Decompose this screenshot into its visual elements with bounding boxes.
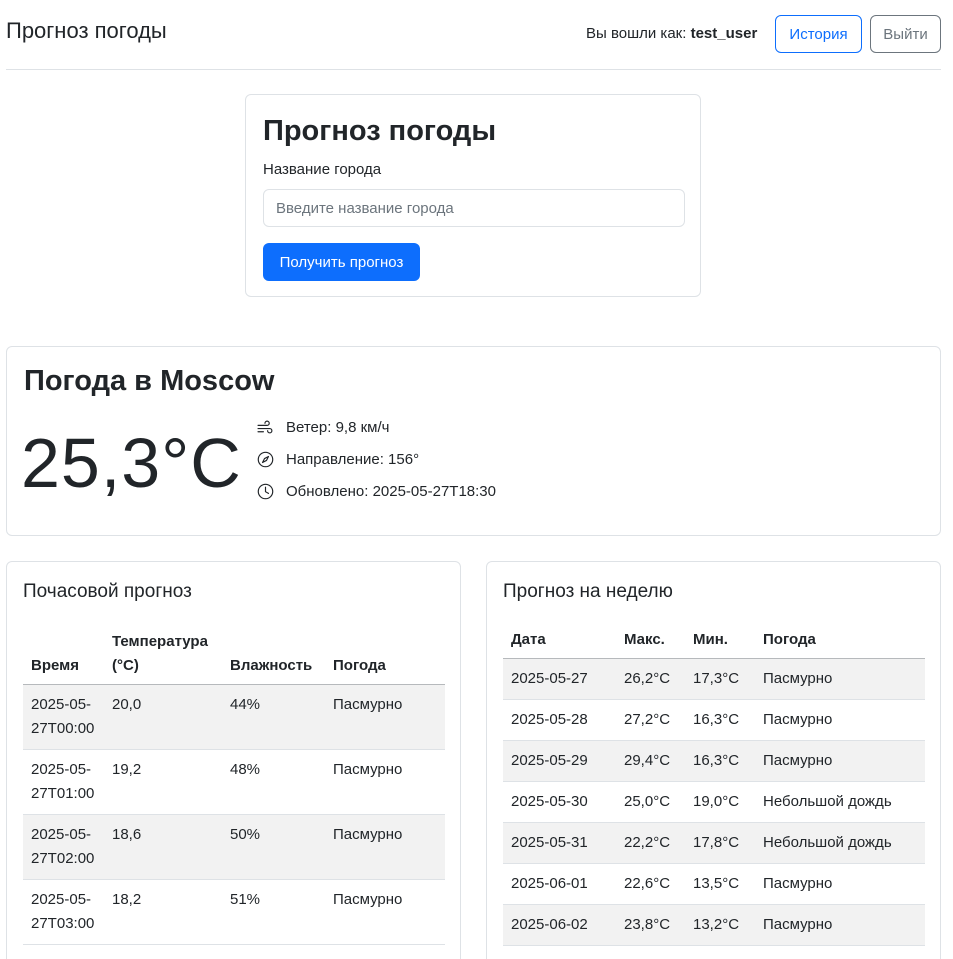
hourly-temp: 19,2 [104, 749, 222, 815]
weekly-min: 17,3°C [685, 658, 755, 700]
column-header-humidity: Влажность [222, 614, 325, 685]
weekly-date: 2025-05-28 [503, 699, 616, 741]
hourly-humidity: 44% [222, 684, 325, 750]
weekly-date: 2025-05-31 [503, 822, 616, 864]
weekly-weather: Пасмурно [755, 740, 925, 782]
weekly-max: 22,2°C [616, 822, 685, 864]
table-row: 2025-06-02 23,8°C 13,2°C Пасмурно [503, 904, 925, 946]
column-header-weather: Погода [755, 614, 925, 659]
direction-text: Направление: 156° [286, 451, 420, 468]
hourly-forecast-card: Почасовой прогноз Время Температура (°C)… [6, 561, 461, 959]
weekly-weather: Небольшой дождь [755, 781, 925, 823]
compass-icon [257, 451, 274, 468]
weekly-weather: Небольшой дождь [755, 822, 925, 864]
city-label: Название города [263, 161, 382, 178]
weekly-min: 13,5°C [685, 863, 755, 905]
weekly-weather: Пасмурно [755, 863, 925, 905]
hourly-weather: Пасмурно [325, 749, 445, 815]
weekly-date: 2025-05-27 [503, 658, 616, 700]
table-row: 2025-05-27T00:00 20,0 44% Пасмурно [23, 684, 445, 750]
direction-detail: Направление: 156° [257, 451, 419, 468]
hourly-time: 2025-05-27T00:00 [23, 684, 104, 750]
weekly-date: 2025-06-01 [503, 863, 616, 905]
search-card-title: Прогноз погоды [263, 115, 497, 147]
weekly-table: Дата Макс. Мин. Погода 2025-05-27 26,2°C… [503, 614, 925, 946]
weekly-max: 27,2°C [616, 699, 685, 741]
table-row: 2025-05-27T03:00 18,2 51% Пасмурно [23, 879, 445, 945]
column-header-max: Макс. [616, 614, 685, 659]
table-header-row: Время Температура (°C) Влажность Погода [23, 614, 445, 685]
hourly-table: Время Температура (°C) Влажность Погода … [23, 614, 445, 945]
hourly-temp: 18,6 [104, 814, 222, 880]
weekly-min: 16,3°C [685, 699, 755, 741]
top-navbar: Прогноз погоды Вы вошли как: test_user И… [6, 0, 941, 70]
weekly-min: 19,0°C [685, 781, 755, 823]
city-input[interactable] [263, 189, 685, 227]
username: test_user [690, 25, 758, 42]
updated-detail: Обновлено: 2025-05-27T18:30 [257, 483, 496, 500]
search-card: Прогноз погоды Название города Получить … [245, 94, 701, 297]
weekly-weather: Пасмурно [755, 658, 925, 700]
column-header-min: Мин. [685, 614, 755, 659]
hourly-temp: 20,0 [104, 684, 222, 750]
current-weather-title: Погода в Moscow [24, 365, 275, 397]
history-button[interactable]: История [775, 15, 862, 53]
weekly-max: 25,0°C [616, 781, 685, 823]
weekly-forecast-card: Прогноз на неделю Дата Макс. Мин. Погода… [486, 561, 941, 959]
table-row: 2025-05-29 29,4°C 16,3°C Пасмурно [503, 740, 925, 782]
weekly-max: 22,6°C [616, 863, 685, 905]
weekly-date: 2025-05-30 [503, 781, 616, 823]
column-header-date: Дата [503, 614, 616, 659]
hourly-weather: Пасмурно [325, 684, 445, 750]
updated-text: Обновлено: 2025-05-27T18:30 [286, 483, 496, 500]
table-row: 2025-05-30 25,0°C 19,0°C Небольшой дождь [503, 781, 925, 823]
hourly-time: 2025-05-27T03:00 [23, 879, 104, 945]
clock-icon [257, 483, 274, 500]
weekly-date: 2025-05-29 [503, 740, 616, 782]
hourly-weather: Пасмурно [325, 814, 445, 880]
weekly-max: 26,2°C [616, 658, 685, 700]
weekly-min: 17,8°C [685, 822, 755, 864]
table-row: 2025-06-01 22,6°C 13,5°C Пасмурно [503, 863, 925, 905]
logged-in-user: Вы вошли как: test_user [586, 25, 757, 42]
hourly-temp: 18,2 [104, 879, 222, 945]
weekly-max: 29,4°C [616, 740, 685, 782]
hourly-forecast-title: Почасовой прогноз [23, 581, 192, 602]
wind-icon [257, 420, 273, 434]
hourly-humidity: 48% [222, 749, 325, 815]
app-title: Прогноз погоды [6, 18, 167, 43]
weekly-weather: Пасмурно [755, 904, 925, 946]
table-row: 2025-05-31 22,2°C 17,8°C Небольшой дождь [503, 822, 925, 864]
wind-detail: Ветер: 9,8 км/ч [257, 419, 389, 436]
weekly-min: 13,2°C [685, 904, 755, 946]
wind-text: Ветер: 9,8 км/ч [286, 419, 390, 436]
hourly-time: 2025-05-27T02:00 [23, 814, 104, 880]
get-forecast-button[interactable]: Получить прогноз [263, 243, 420, 281]
hourly-time: 2025-05-27T01:00 [23, 749, 104, 815]
current-temperature: 25,3°C [21, 424, 242, 502]
weekly-max: 23,8°C [616, 904, 685, 946]
column-header-weather: Погода [325, 614, 445, 685]
logout-button[interactable]: Выйти [870, 15, 941, 53]
column-header-temperature: Температура (°C) [104, 614, 222, 685]
weekly-min: 16,3°C [685, 740, 755, 782]
table-row: 2025-05-27 26,2°C 17,3°C Пасмурно [503, 658, 925, 700]
table-row: 2025-05-28 27,2°C 16,3°C Пасмурно [503, 699, 925, 741]
hourly-humidity: 50% [222, 814, 325, 880]
table-header-row: Дата Макс. Мин. Погода [503, 614, 925, 659]
hourly-weather: Пасмурно [325, 879, 445, 945]
hourly-humidity: 51% [222, 879, 325, 945]
user-prefix: Вы вошли как: [586, 25, 687, 42]
weekly-weather: Пасмурно [755, 699, 925, 741]
table-row: 2025-05-27T02:00 18,6 50% Пасмурно [23, 814, 445, 880]
weekly-date: 2025-06-02 [503, 904, 616, 946]
column-header-time: Время [23, 614, 104, 685]
table-row: 2025-05-27T01:00 19,2 48% Пасмурно [23, 749, 445, 815]
weekly-forecast-title: Прогноз на неделю [503, 581, 673, 602]
current-weather-card: Погода в Moscow 25,3°C Ветер: 9,8 км/ч Н… [6, 346, 941, 536]
